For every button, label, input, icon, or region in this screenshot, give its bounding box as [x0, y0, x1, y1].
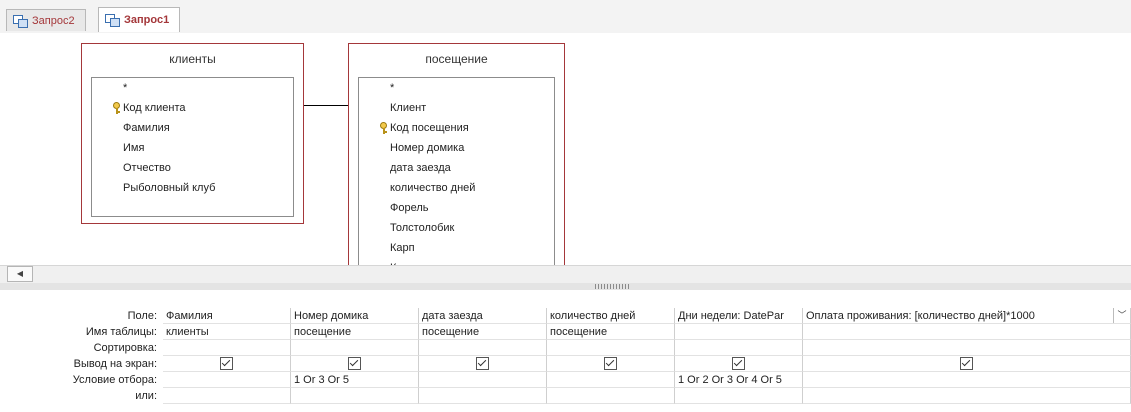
grid-cell-or[interactable] — [675, 388, 803, 404]
field-item[interactable]: * — [92, 78, 293, 98]
grid-cell-sort[interactable] — [547, 340, 675, 356]
grid-cell-sort[interactable] — [163, 340, 291, 356]
scroll-left-arrow-icon[interactable]: ◀ — [7, 266, 33, 282]
grid-cell-table[interactable] — [675, 324, 803, 340]
grid-cell-field[interactable]: дата заезда — [419, 308, 547, 324]
show-checkbox[interactable] — [960, 356, 973, 370]
field-item[interactable]: Рыболовный клуб — [92, 178, 293, 198]
query-icon — [13, 14, 28, 28]
table-box-poseshchenie[interactable]: посещение * Клиент Код посещения Номер д… — [348, 43, 565, 265]
field-item[interactable]: К — [359, 258, 554, 265]
grid-cell-criteria[interactable] — [163, 372, 291, 388]
grid-cell-field[interactable]: количество дней — [547, 308, 675, 324]
row-label-sort: Сортировка: — [93, 342, 157, 354]
grid-cell-or[interactable] — [419, 388, 547, 404]
field-list: * Клиент Код посещения Номер домика дата… — [358, 77, 555, 265]
table-box-klienty[interactable]: клиенты * Код клиента Фамилия Имя Отчест… — [81, 43, 304, 224]
grid-cell-show — [547, 356, 675, 372]
grid-cell-show — [291, 356, 419, 372]
grid-cell-sort[interactable] — [291, 340, 419, 356]
grid-cell-field-active[interactable]: Оплата проживания: [количество дней]*100… — [803, 308, 1131, 324]
show-checkbox[interactable] — [604, 356, 617, 370]
grid-cell-field[interactable]: Дни недели: DatePar — [675, 308, 803, 324]
grid-cell-criteria[interactable]: 1 Or 2 Or 3 Or 4 Or 5 — [675, 372, 803, 388]
grid-cell-sort[interactable] — [803, 340, 1131, 356]
tab-label: Запрос2 — [32, 14, 75, 27]
grid-cell-or[interactable] — [547, 388, 675, 404]
field-item[interactable]: Карп — [359, 238, 554, 258]
row-label-or: или: — [135, 390, 157, 402]
grid-cell-criteria[interactable] — [419, 372, 547, 388]
grid-cell-field[interactable]: Фамилия — [163, 308, 291, 324]
grid-cell-show — [675, 356, 803, 372]
field-item[interactable]: Номер домика — [359, 138, 554, 158]
show-checkbox[interactable] — [732, 356, 745, 370]
field-item[interactable]: * — [359, 78, 554, 98]
grid-cell-or[interactable] — [163, 388, 291, 404]
field-item[interactable]: Код клиента — [92, 98, 293, 118]
row-label-show: Вывод на экран: — [73, 358, 157, 370]
design-pane-scrollbar[interactable]: ◀ — [0, 265, 1131, 284]
relationship-line[interactable] — [304, 105, 348, 106]
field-item[interactable]: Отчество — [92, 158, 293, 178]
grid-cell-criteria[interactable] — [803, 372, 1131, 388]
tab-label: Запрос1 — [124, 14, 170, 26]
grid-cell-table[interactable]: посещение — [547, 324, 675, 340]
field-item[interactable]: Имя — [92, 138, 293, 158]
show-checkbox[interactable] — [476, 356, 489, 370]
chevron-down-icon[interactable]: ﹀ — [1113, 308, 1130, 323]
grid-cell-table[interactable]: посещение — [419, 324, 547, 340]
show-checkbox[interactable] — [348, 356, 361, 370]
row-label-field: Поле: — [127, 310, 157, 322]
grid-cell-or[interactable] — [291, 388, 419, 404]
field-item[interactable]: Форель — [359, 198, 554, 218]
field-item[interactable]: Фамилия — [92, 118, 293, 138]
table-caption[interactable]: клиенты — [82, 44, 303, 70]
grid-cell-field-text: Оплата проживания: [количество дней]*100… — [806, 310, 1035, 322]
splitter-grip[interactable] — [595, 284, 629, 289]
show-checkbox[interactable] — [220, 356, 233, 370]
grid-cell-show — [803, 356, 1131, 372]
grid-cell-table[interactable]: посещение — [291, 324, 419, 340]
query-design-grid: Поле: Имя таблицы: Сортировка: Вывод на … — [0, 290, 1131, 412]
grid-cell-show — [419, 356, 547, 372]
query-design-pane: клиенты * Код клиента Фамилия Имя Отчест… — [0, 33, 1131, 265]
query-icon — [105, 14, 120, 27]
field-item[interactable]: Толстолобик — [359, 218, 554, 238]
grid-cell-or[interactable] — [803, 388, 1131, 404]
table-caption[interactable]: посещение — [349, 44, 564, 70]
grid-cell-criteria[interactable] — [547, 372, 675, 388]
primary-key-icon — [113, 102, 120, 114]
tab-zapros1[interactable]: Запрос1 — [98, 7, 181, 32]
field-item[interactable]: количество дней — [359, 178, 554, 198]
primary-key-icon — [380, 122, 387, 134]
field-item[interactable]: Клиент — [359, 98, 554, 118]
grid-cell-field[interactable]: Номер домика — [291, 308, 419, 324]
row-label-criteria: Условие отбора: — [72, 374, 157, 386]
grid-cell-table[interactable]: клиенты — [163, 324, 291, 340]
grid-cell-table[interactable] — [803, 324, 1131, 340]
grid-cell-show — [163, 356, 291, 372]
tab-zapros2[interactable]: Запрос2 — [6, 9, 86, 31]
grid-cell-sort[interactable] — [675, 340, 803, 356]
document-tab-bar: Запрос2 Запрос1 — [0, 0, 1131, 34]
grid-cell-sort[interactable] — [419, 340, 547, 356]
field-item[interactable]: дата заезда — [359, 158, 554, 178]
field-item[interactable]: Код посещения — [359, 118, 554, 138]
row-label-table: Имя таблицы: — [85, 326, 157, 338]
field-list: * Код клиента Фамилия Имя Отчество Рыбол… — [91, 77, 294, 217]
grid-cell-criteria[interactable]: 1 Or 3 Or 5 — [291, 372, 419, 388]
